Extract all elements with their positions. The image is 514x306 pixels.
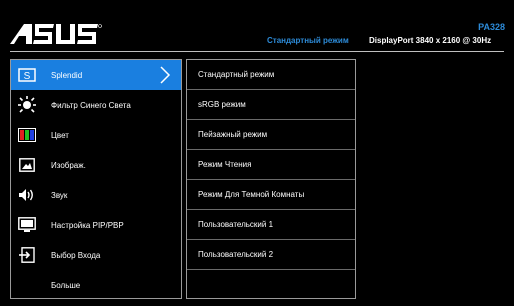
menu-item-image[interactable]: Изображ. xyxy=(11,150,181,180)
submenu-item-label: Стандартный режим xyxy=(198,70,275,79)
submenu-item[interactable]: Пейзажный режим xyxy=(187,120,355,150)
menu-item-label: Изображ. xyxy=(51,160,86,170)
submenu-item-label: sRGB режим xyxy=(198,100,246,109)
menu-item-input[interactable]: Выбор Входа xyxy=(11,240,181,270)
menu-item-label: Звук xyxy=(51,190,68,200)
submenu-item-label: Пользовательский 1 xyxy=(198,220,274,229)
pip-icon xyxy=(13,210,41,240)
svg-text:S: S xyxy=(24,71,31,82)
submenu-item-label: Пейзажный режим xyxy=(198,130,268,139)
splendid-icon: S xyxy=(13,60,41,90)
menu-item-label: Цвет xyxy=(51,130,69,140)
menu-item-pip[interactable]: Настройка PIP/PBP xyxy=(11,210,181,240)
menu-item-color[interactable]: Цвет xyxy=(11,120,181,150)
menu-item-sound[interactable]: Звук xyxy=(11,180,181,210)
bluelight-icon xyxy=(13,90,41,120)
submenu-item-label: Режим Для Темной Комнаты xyxy=(198,190,305,199)
submenu-item[interactable]: sRGB режим xyxy=(187,90,355,120)
menu-item-label: Splendid xyxy=(51,70,83,80)
menu-item-label: Больше xyxy=(51,280,81,290)
submenu-item[interactable]: Режим Для Темной Комнаты xyxy=(187,180,355,210)
submenu: Стандартный режим sRGB режим Пейзажный р… xyxy=(186,59,356,299)
asus-logo xyxy=(10,24,102,44)
submenu-item[interactable]: Пользовательский 1 xyxy=(187,210,355,240)
menu-item-label: Фильтр Синего Света xyxy=(51,100,131,110)
submenu-item[interactable]: Режим Чтения xyxy=(187,150,355,180)
signal-info: DisplayPort 3840 x 2160 @ 30Hz xyxy=(369,36,492,45)
submenu-item-empty xyxy=(187,270,355,300)
submenu-item[interactable]: Стандартный режим xyxy=(187,60,355,90)
image-icon xyxy=(13,150,41,180)
header-bar: PA328 Стандартный режим DisplayPort 3840… xyxy=(0,0,514,56)
submenu-item-label: Пользовательский 2 xyxy=(198,250,274,259)
menu-item-more[interactable]: Больше xyxy=(11,270,181,300)
color-icon xyxy=(13,120,41,150)
speaker-icon xyxy=(13,180,41,210)
menu-item-bluelight[interactable]: Фильтр Синего Света xyxy=(11,90,181,120)
current-mode: Стандартный режим xyxy=(267,36,349,45)
header-divider xyxy=(10,51,504,52)
menu-item-label: Выбор Входа xyxy=(51,250,101,260)
menu-item-splendid[interactable]: S Splendid xyxy=(11,60,181,90)
main-menu: S Splendid Фильтр Синего Света Цвет Изоб… xyxy=(10,59,182,299)
menu-item-label: Настройка PIP/PBP xyxy=(51,220,124,230)
submenu-item-label: Режим Чтения xyxy=(198,160,252,169)
model-name: PA328 xyxy=(478,22,505,32)
chevron-right-icon xyxy=(160,66,171,84)
submenu-item[interactable]: Пользовательский 2 xyxy=(187,240,355,270)
input-icon xyxy=(13,240,41,270)
